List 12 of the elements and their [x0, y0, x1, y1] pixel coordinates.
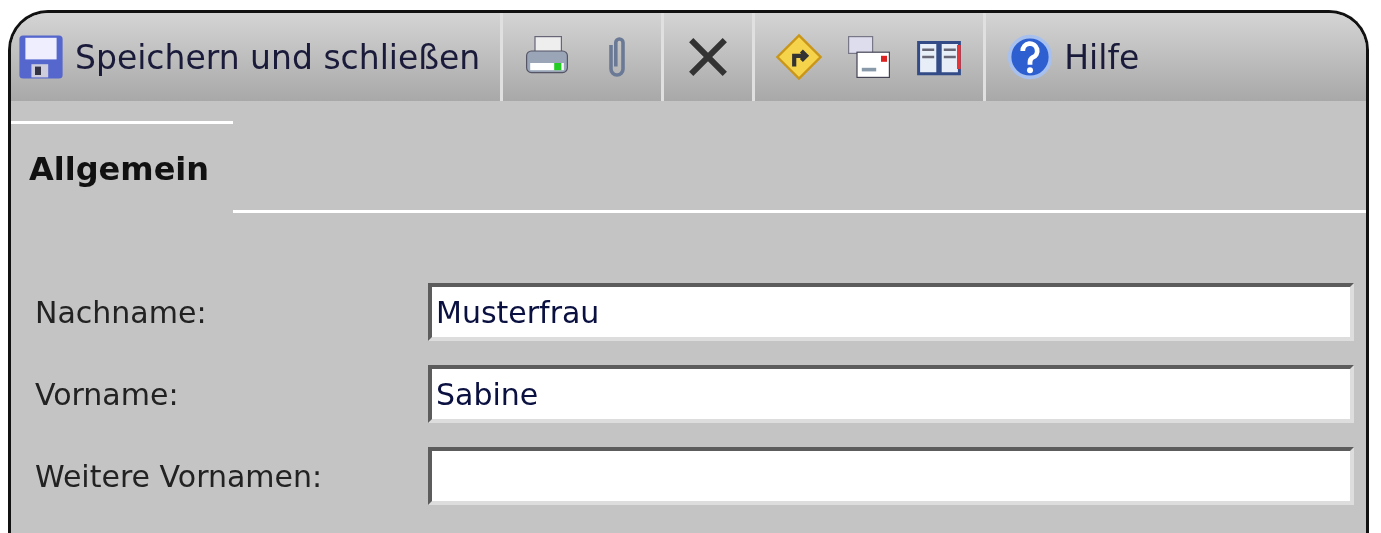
field-label: Weitere Vornamen: — [35, 458, 324, 494]
save-and-close-button[interactable]: Speichern und schließen — [17, 33, 481, 81]
help-icon — [1006, 33, 1055, 81]
input-field[interactable] — [428, 447, 1354, 505]
tab[interactable]: Allgemein — [11, 121, 234, 213]
diamond-arrow-icon — [775, 33, 824, 81]
field-label: Nachname: — [35, 294, 208, 330]
input-field[interactable]: Musterfrau — [428, 283, 1354, 341]
follow-up-button[interactable] — [775, 33, 824, 81]
input-field[interactable]: Sabine — [428, 365, 1354, 423]
help-button[interactable]: Hilfe — [1006, 33, 1140, 81]
field-label: Vorname: — [35, 376, 180, 412]
